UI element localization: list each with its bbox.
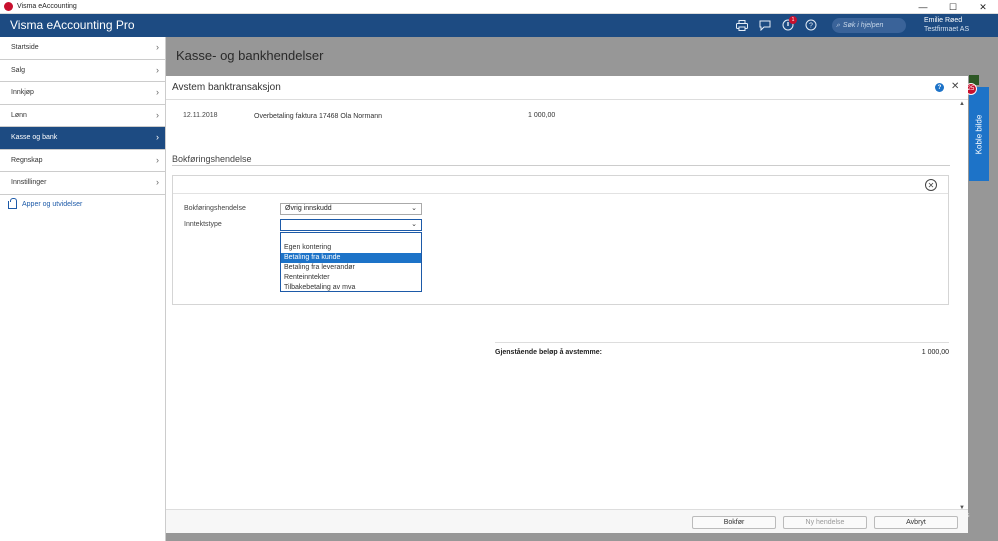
chat-icon[interactable]	[758, 18, 772, 32]
chevron-right-icon: ›	[156, 64, 159, 75]
income-type-label: Inntektstype	[184, 221, 222, 228]
reconcile-modal: Avstem banktransaksjon ? ✕ 12.11.2018 Ov…	[166, 76, 968, 533]
company-name: Testfirmaet AS	[924, 26, 970, 33]
sidebar-item-kasse-og-bank[interactable]: Kasse og bank ›	[0, 127, 165, 150]
sidebar-item-label: Kasse og bank	[11, 134, 58, 142]
visma-logo-icon	[4, 2, 13, 11]
transaction-date: 12.11.2018	[183, 112, 218, 119]
dropdown-option-highlighted[interactable]: Betaling fra kunde	[281, 253, 421, 263]
window-titlebar: Visma eAccounting — ☐ ✕	[0, 0, 998, 14]
transaction-description: Overbetaling faktura 17468 Ola Normann	[254, 113, 383, 120]
close-icon[interactable]: ✕	[951, 81, 959, 92]
sidebar-item-innstillinger[interactable]: Innstillinger ›	[0, 172, 165, 195]
sidebar-item-startside[interactable]: Startside ›	[0, 37, 165, 60]
modal-scrollbar[interactable]: ▲ ▼	[958, 101, 966, 511]
sidebar-item-salg[interactable]: Salg ›	[0, 60, 165, 82]
sidebar-item-regnskap[interactable]: Regnskap ›	[0, 150, 165, 172]
attach-image-tab[interactable]: Koble bilde	[969, 87, 989, 181]
search-placeholder: Søk i hjelpen	[842, 22, 884, 29]
transaction-amount: 1 000,00	[528, 112, 556, 119]
sidebar-item-innkjop[interactable]: Innkjøp ›	[0, 82, 165, 105]
dropdown-option[interactable]	[281, 233, 421, 243]
remaining-label: Gjenstående beløp å avstemme:	[495, 349, 602, 356]
maximize-button[interactable]: ☐	[938, 0, 968, 14]
chevron-down-icon: ⌄	[411, 221, 417, 228]
search-icon: ⌕	[836, 21, 840, 29]
brand-title: Visma eAccounting Pro	[10, 18, 135, 32]
post-button[interactable]: Bokfør	[692, 516, 776, 529]
chevron-right-icon: ›	[156, 132, 159, 142]
sidebar-item-label: Innstillinger	[11, 179, 47, 187]
sidebar-item-label: Regnskap	[11, 156, 43, 164]
svg-text:?: ?	[809, 23, 813, 30]
modal-footer: Bokfør Ny hendelse Avbryt	[166, 509, 968, 533]
remove-event-icon[interactable]: ✕	[925, 179, 937, 191]
user-name: Emilie Røed	[924, 17, 963, 24]
sidebar-item-label: Innkjøp	[11, 89, 34, 97]
minimize-button[interactable]: —	[908, 0, 938, 14]
event-label: Bokføringshendelse	[184, 205, 246, 212]
sidebar-item-label: Startside	[11, 44, 39, 52]
print-icon[interactable]	[735, 18, 749, 32]
chevron-right-icon: ›	[156, 87, 159, 97]
posting-event-panel: ✕ Bokføringshendelse Øvrig innskudd ⌄ In…	[172, 175, 949, 305]
scroll-up-icon[interactable]: ▲	[959, 101, 965, 107]
sidebar-item-label: Salg	[11, 66, 26, 74]
sidebar-item-label: Lønn	[11, 111, 27, 119]
modal-title: Avstem banktransaksjon	[172, 82, 281, 93]
window-title: Visma eAccounting	[17, 3, 77, 10]
remaining-value: 1 000,00	[921, 349, 949, 356]
dropdown-option[interactable]: Egen kontering	[281, 243, 421, 253]
chevron-right-icon: ›	[156, 154, 159, 165]
chevron-right-icon: ›	[156, 177, 159, 187]
sidebar: Startside › Salg › Innkjøp › Lønn › Kasse og…	[0, 37, 166, 541]
help-search-input[interactable]: ⌕ Søk i hjelpen	[832, 18, 906, 33]
help-icon[interactable]: ?	[935, 83, 944, 92]
apps-link-label: Apper og utvidelser	[22, 201, 83, 208]
chevron-down-icon: ⌄	[411, 205, 417, 212]
attach-image-label: Koble bilde	[974, 114, 984, 154]
app-header: Visma eAccounting Pro 1 ? ⌕ Søk i hjelpe…	[0, 14, 998, 37]
dropdown-option[interactable]: Betaling fra leverandør	[281, 263, 421, 273]
remaining-amount-row: Gjenstående beløp å avstemme: 1 000,00	[495, 342, 949, 356]
dropdown-option[interactable]: Renteinntekter	[281, 273, 421, 283]
dropdown-option[interactable]: Tilbakebetaling av mva	[281, 283, 421, 293]
notification-badge: 1	[789, 16, 797, 24]
income-type-select[interactable]: ⌄	[280, 219, 422, 231]
apps-and-extensions-link[interactable]: Apper og utvidelser	[0, 197, 165, 209]
new-event-button[interactable]: Ny hendelse	[783, 516, 867, 529]
section-title: Bokføringshendelse	[172, 154, 950, 166]
chevron-right-icon: ›	[156, 109, 159, 120]
income-type-dropdown: Egen kontering Betaling fra kunde Betali…	[280, 232, 422, 292]
sidebar-item-lonn[interactable]: Lønn ›	[0, 105, 165, 127]
chevron-right-icon: ›	[156, 42, 159, 52]
basket-icon	[8, 197, 17, 209]
event-select[interactable]: Øvrig innskudd ⌄	[280, 203, 422, 215]
help-circle-icon[interactable]: ?	[804, 18, 818, 32]
modal-header: Avstem banktransaksjon ? ✕	[166, 76, 968, 100]
close-window-button[interactable]: ✕	[968, 0, 998, 14]
user-menu[interactable]: Emilie Røed Testfirmaet AS	[924, 16, 969, 34]
event-select-value: Øvrig innskudd	[285, 205, 332, 212]
panel-header: ✕	[173, 176, 948, 194]
cancel-button[interactable]: Avbryt	[874, 516, 958, 529]
